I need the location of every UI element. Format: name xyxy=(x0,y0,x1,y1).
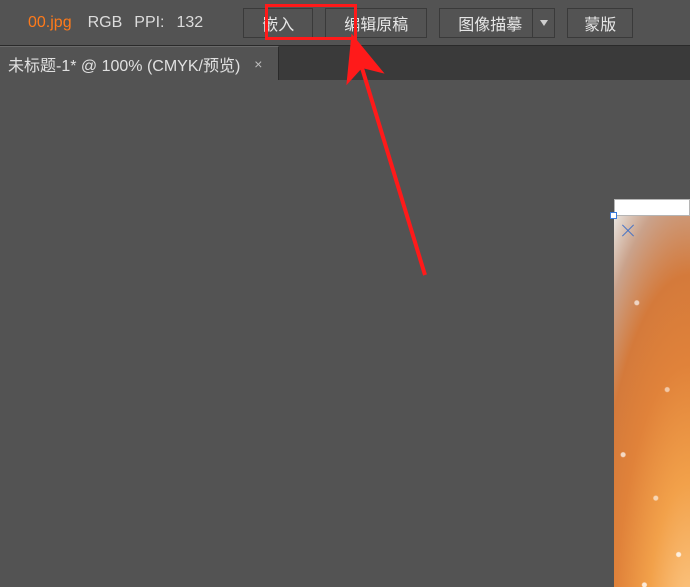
placed-image[interactable] xyxy=(614,215,690,587)
linked-file-options-bar: 00.jpg RGB PPI: 132 嵌入 编辑原稿 图像描摹 蒙版 xyxy=(0,0,690,46)
chevron-down-icon xyxy=(540,20,548,26)
ppi-value: 132 xyxy=(171,14,210,32)
edit-original-button[interactable]: 编辑原稿 xyxy=(325,8,427,38)
linked-image-x-icon xyxy=(620,222,636,238)
linked-filename: 00.jpg xyxy=(4,14,82,32)
mask-button[interactable]: 蒙版 xyxy=(567,8,633,38)
document-tab-title: 未标题-1* @ 100% (CMYK/预览) xyxy=(8,52,240,76)
artboard-top-edge xyxy=(614,199,690,216)
image-trace-button[interactable]: 图像描摹 xyxy=(439,8,533,38)
embed-button[interactable]: 嵌入 xyxy=(243,8,313,38)
image-trace-dropdown-arrow[interactable] xyxy=(533,8,555,38)
color-mode-label: RGB xyxy=(82,14,129,32)
image-trace-split-button[interactable]: 图像描摹 xyxy=(439,8,555,38)
selection-handle-top-left[interactable] xyxy=(610,212,617,219)
canvas-area[interactable] xyxy=(0,80,690,587)
document-tab-bar: 未标题-1* @ 100% (CMYK/预览) × xyxy=(0,46,690,80)
close-tab-button[interactable]: × xyxy=(252,56,264,72)
ppi-label: PPI: xyxy=(128,14,170,32)
document-tab-active[interactable]: 未标题-1* @ 100% (CMYK/预览) × xyxy=(0,46,279,80)
